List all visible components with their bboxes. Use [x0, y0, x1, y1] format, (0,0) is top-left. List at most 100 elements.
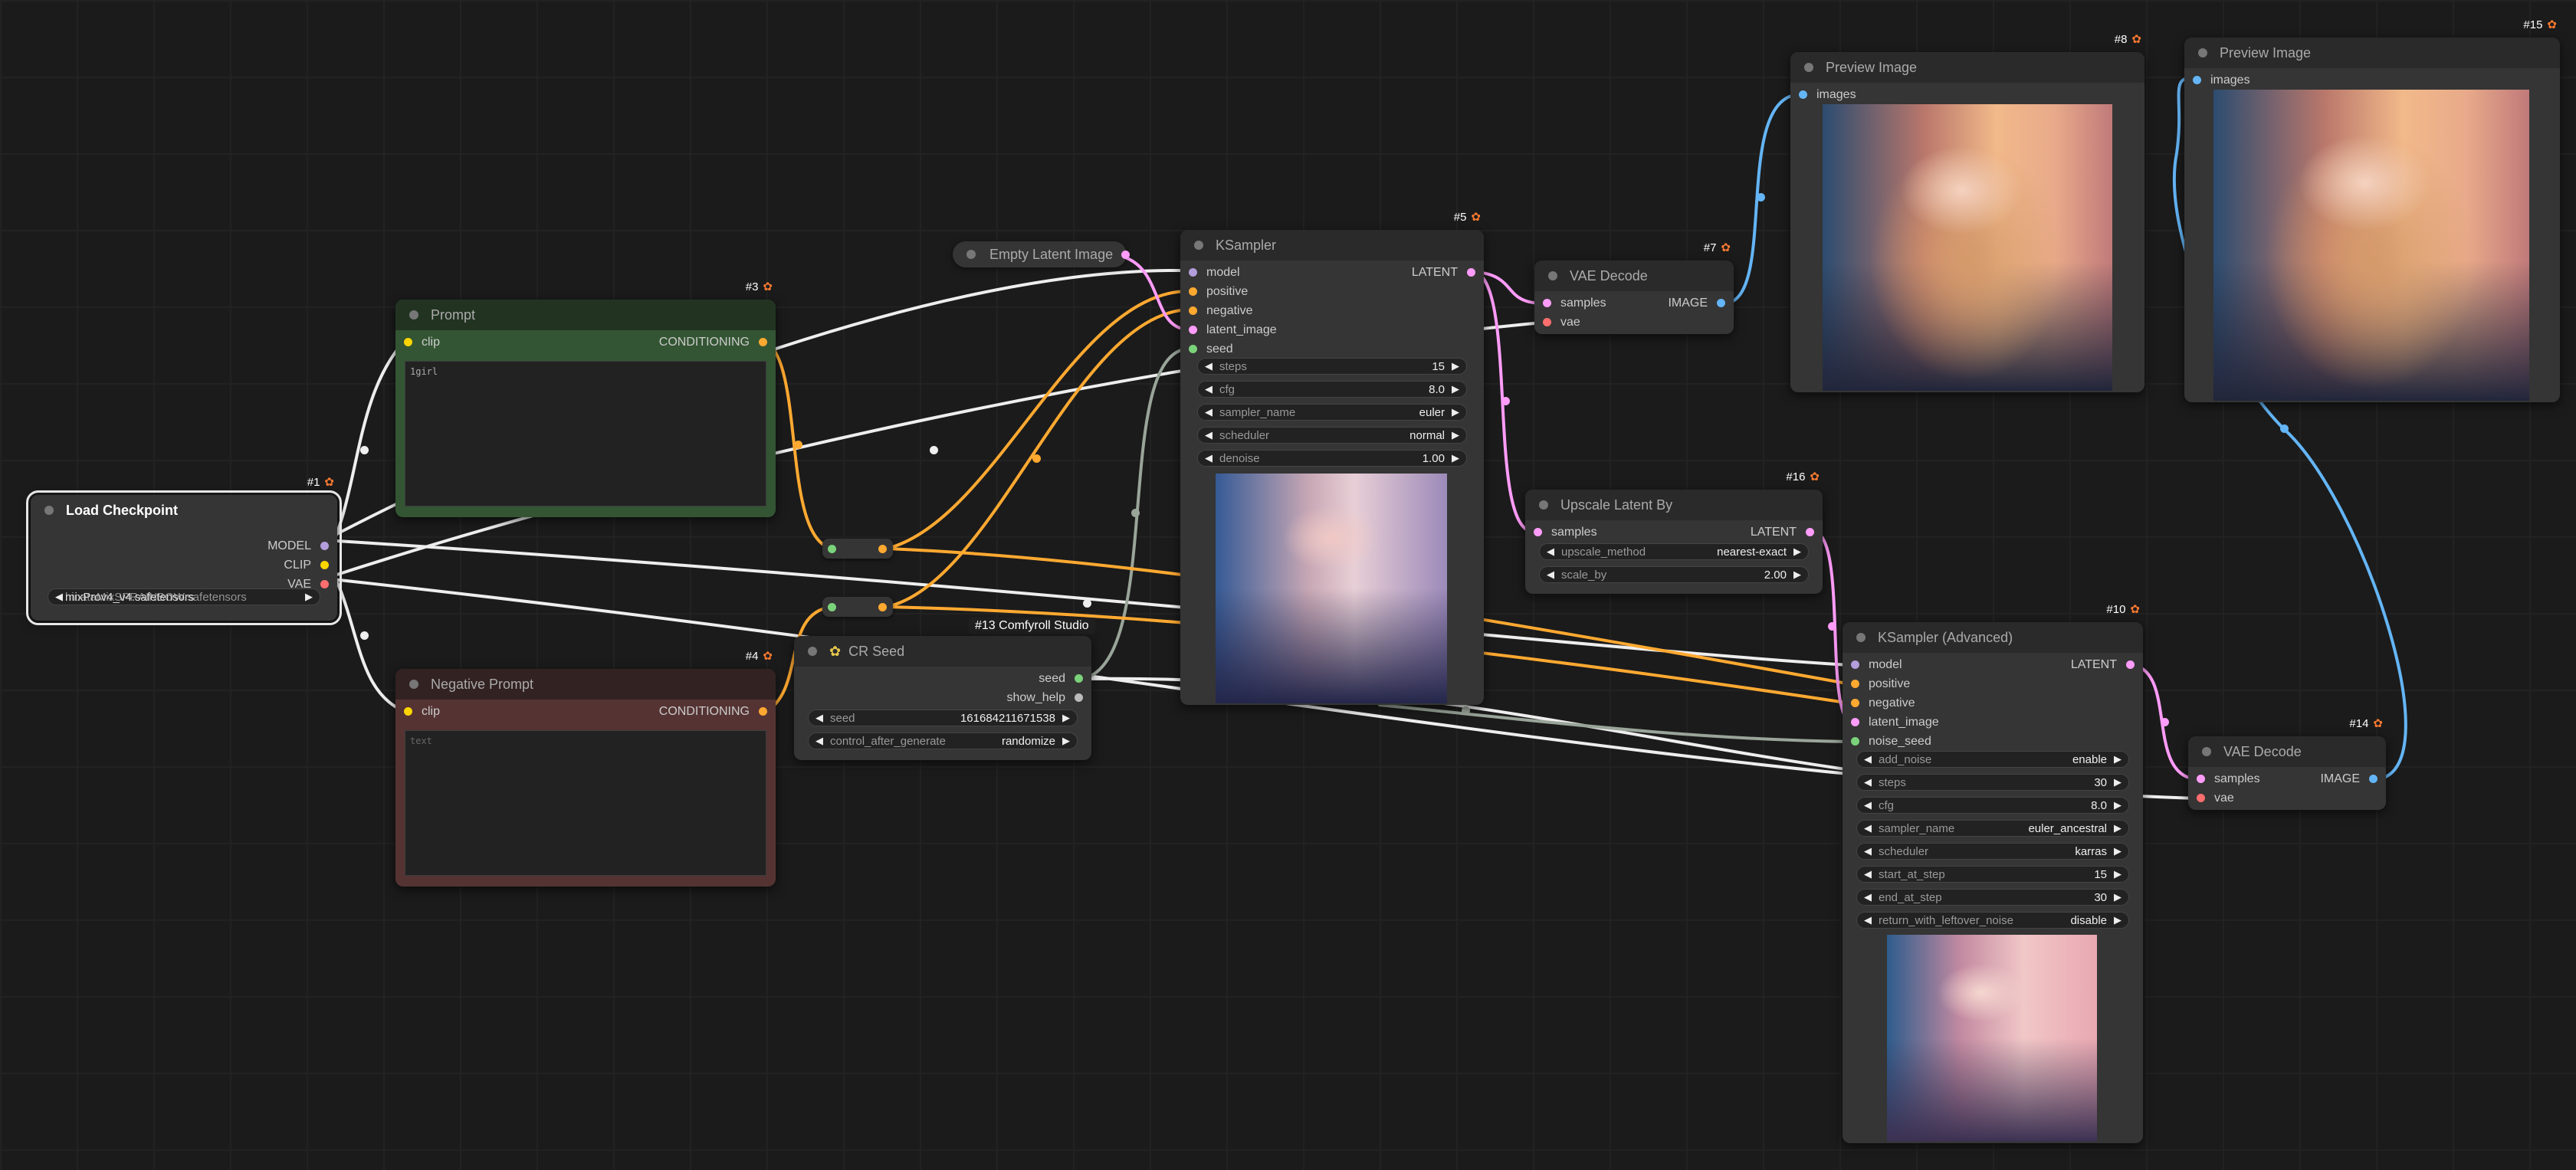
slot-dot[interactable]	[2193, 76, 2201, 84]
arrow-right-icon[interactable]: ▶	[1793, 546, 1801, 558]
slot-dot[interactable]	[2369, 775, 2377, 783]
arrow-right-icon[interactable]: ▶	[2114, 914, 2122, 926]
link-midpoint[interactable]	[360, 446, 369, 454]
link-midpoint[interactable]	[1828, 622, 1836, 631]
slot-dot[interactable]	[2197, 775, 2205, 783]
output-slot-latent[interactable]: LATENT	[1682, 523, 1823, 542]
arrow-left-icon[interactable]: ◀	[1205, 383, 1213, 395]
output-slot-seed[interactable]: seed	[794, 669, 1091, 688]
collapse-dot-icon[interactable]	[966, 250, 976, 259]
slot-dot[interactable]	[1075, 693, 1083, 702]
cfg-widget[interactable]: ◀ cfg 8.0 ▶	[1856, 797, 2129, 814]
output-slot-conditioning[interactable]: CONDITIONING	[520, 333, 776, 352]
arrow-right-icon[interactable]: ▶	[2114, 776, 2122, 788]
arrow-right-icon[interactable]: ▶	[1452, 383, 1459, 395]
arrow-left-icon[interactable]: ◀	[1864, 914, 1872, 926]
node-header[interactable]: VAE Decode	[2188, 736, 2386, 767]
link-midpoint[interactable]	[1462, 706, 1470, 715]
negative-prompt-node[interactable]: #4 ✿ Negative Prompt clip CONDITIONING te…	[395, 650, 776, 887]
node-header[interactable]: Negative Prompt	[395, 669, 776, 700]
slot-dot[interactable]	[1543, 318, 1551, 326]
slot-dot[interactable]	[1189, 326, 1197, 334]
denoise-widget[interactable]: ◀ denoise 1.00 ▶	[1197, 450, 1467, 467]
slot-dot[interactable]	[1121, 251, 1130, 259]
arrow-left-icon[interactable]: ◀	[1205, 429, 1213, 441]
slot-dot[interactable]	[759, 707, 767, 716]
input-slot-vae[interactable]: vae	[2188, 788, 2386, 808]
arrow-left-icon[interactable]: ◀	[1205, 406, 1213, 418]
slot-dot[interactable]	[878, 603, 887, 611]
prompt-textarea[interactable]: 1girl	[405, 361, 766, 506]
node-header[interactable]: Upscale Latent By	[1525, 490, 1823, 520]
seed-widget[interactable]: ◀ seed 161684211671538 ▶	[808, 710, 1078, 726]
node-header[interactable]: ✿ CR Seed	[794, 636, 1091, 667]
input-slot-images[interactable]: images	[2184, 70, 2560, 90]
slot-dot[interactable]	[1189, 287, 1197, 296]
slot-dot[interactable]	[320, 542, 329, 550]
start-at-step-widget[interactable]: ◀ start_at_step 15 ▶	[1856, 866, 2129, 883]
cr-seed-node[interactable]: ✿ CR Seed seed show_help ◀ seed 16168421167…	[794, 636, 1091, 760]
preview-15-image[interactable]	[2213, 90, 2529, 401]
slot-dot[interactable]	[1189, 268, 1197, 277]
upscale-latent-node[interactable]: #16 ✿ Upscale Latent By samples LATENT ◀ u…	[1525, 470, 1823, 594]
slot-dot[interactable]	[2126, 660, 2135, 669]
output-slot-clip[interactable]: CLIP	[31, 556, 337, 575]
node-header[interactable]: KSampler (Advanced)	[1843, 622, 2143, 653]
slot-dot[interactable]	[759, 338, 767, 346]
link-midpoint[interactable]	[930, 446, 938, 454]
arrow-left-icon[interactable]: ◀	[1205, 452, 1213, 464]
link-midpoint[interactable]	[1131, 509, 1140, 517]
arrow-left-icon[interactable]: ◀	[1547, 546, 1554, 558]
input-slot-positive[interactable]: positive	[1843, 674, 2143, 693]
collapse-dot-icon[interactable]	[808, 647, 817, 656]
load-checkpoint-node[interactable]: #1 ✿ Load Checkpoint MODEL CLIP VAE ◀ mix…	[26, 476, 342, 625]
collapse-dot-icon[interactable]	[1539, 500, 1548, 510]
slot-dot[interactable]	[1534, 528, 1542, 536]
scheduler-widget[interactable]: ◀ scheduler normal ▶	[1197, 427, 1467, 444]
ksampler-advanced-node[interactable]: #10 ✿ KSampler (Advanced) model positive …	[1843, 603, 2143, 1143]
arrow-left-icon[interactable]: ◀	[815, 735, 823, 747]
slot-dot[interactable]	[1799, 90, 1807, 99]
link-midpoint[interactable]	[1032, 454, 1041, 463]
input-slot-noise-seed[interactable]: noise_seed	[1843, 732, 2143, 751]
preview-image-8-node[interactable]: #8 ✿ Preview Image images	[1790, 33, 2144, 392]
preview-image-15-node[interactable]: #15 ✿ Preview Image images	[2184, 18, 2560, 402]
input-slot-negative[interactable]: negative	[1180, 301, 1484, 320]
scheduler-widget[interactable]: ◀ scheduler karras ▶	[1856, 843, 2129, 860]
slot-dot[interactable]	[1189, 345, 1197, 353]
vae-decode-14-node[interactable]: #14 ✿ VAE Decode samples vae IMAGE	[2188, 717, 2386, 810]
arrow-right-icon[interactable]: ▶	[1062, 712, 1070, 724]
arrow-right-icon[interactable]: ▶	[2114, 845, 2122, 857]
output-slot-latent[interactable]: LATENT	[1964, 655, 2143, 674]
link-midpoint[interactable]	[360, 631, 369, 640]
input-slot-latent-image[interactable]: latent_image	[1843, 713, 2143, 732]
arrow-right-icon[interactable]: ▶	[1452, 406, 1459, 418]
input-slot-negative[interactable]: negative	[1843, 693, 2143, 713]
sampler-name-widget[interactable]: ◀ sampler_name euler_ancestral ▶	[1856, 820, 2129, 837]
slot-dot[interactable]	[1189, 306, 1197, 315]
slot-dot[interactable]	[1717, 299, 1725, 307]
slot-dot[interactable]	[1075, 674, 1083, 683]
arrow-right-icon[interactable]: ▶	[2114, 891, 2122, 903]
end-at-step-widget[interactable]: ◀ end_at_step 30 ▶	[1856, 889, 2129, 906]
slot-dot[interactable]	[1851, 699, 1859, 707]
slot-dot[interactable]	[320, 580, 329, 588]
slot-dot[interactable]	[1851, 660, 1859, 669]
slot-dot[interactable]	[1851, 718, 1859, 726]
upscale-method-widget[interactable]: ◀ upscale_method nearest-exact ▶	[1539, 543, 1809, 560]
add-noise-widget[interactable]: ◀ add_noise enable ▶	[1856, 751, 2129, 768]
steps-widget[interactable]: ◀ steps 30 ▶	[1856, 774, 2129, 791]
link-midpoint[interactable]	[2161, 718, 2169, 726]
arrow-right-icon[interactable]: ▶	[1452, 452, 1459, 464]
slot-dot[interactable]	[878, 545, 887, 553]
arrow-right-icon[interactable]: ▶	[2114, 868, 2122, 880]
output-slot-image[interactable]: IMAGE	[2245, 769, 2386, 788]
output-slot-show-help[interactable]: show_help	[794, 688, 1091, 707]
slot-dot[interactable]	[1543, 299, 1551, 307]
slot-dot[interactable]	[404, 707, 412, 716]
arrow-left-icon[interactable]: ◀	[1864, 868, 1872, 880]
arrow-right-icon[interactable]: ▶	[2114, 822, 2122, 834]
node-header[interactable]: VAE Decode	[1534, 261, 1734, 291]
cfg-widget[interactable]: ◀ cfg 8.0 ▶	[1197, 381, 1467, 398]
collapse-dot-icon[interactable]	[409, 680, 418, 689]
